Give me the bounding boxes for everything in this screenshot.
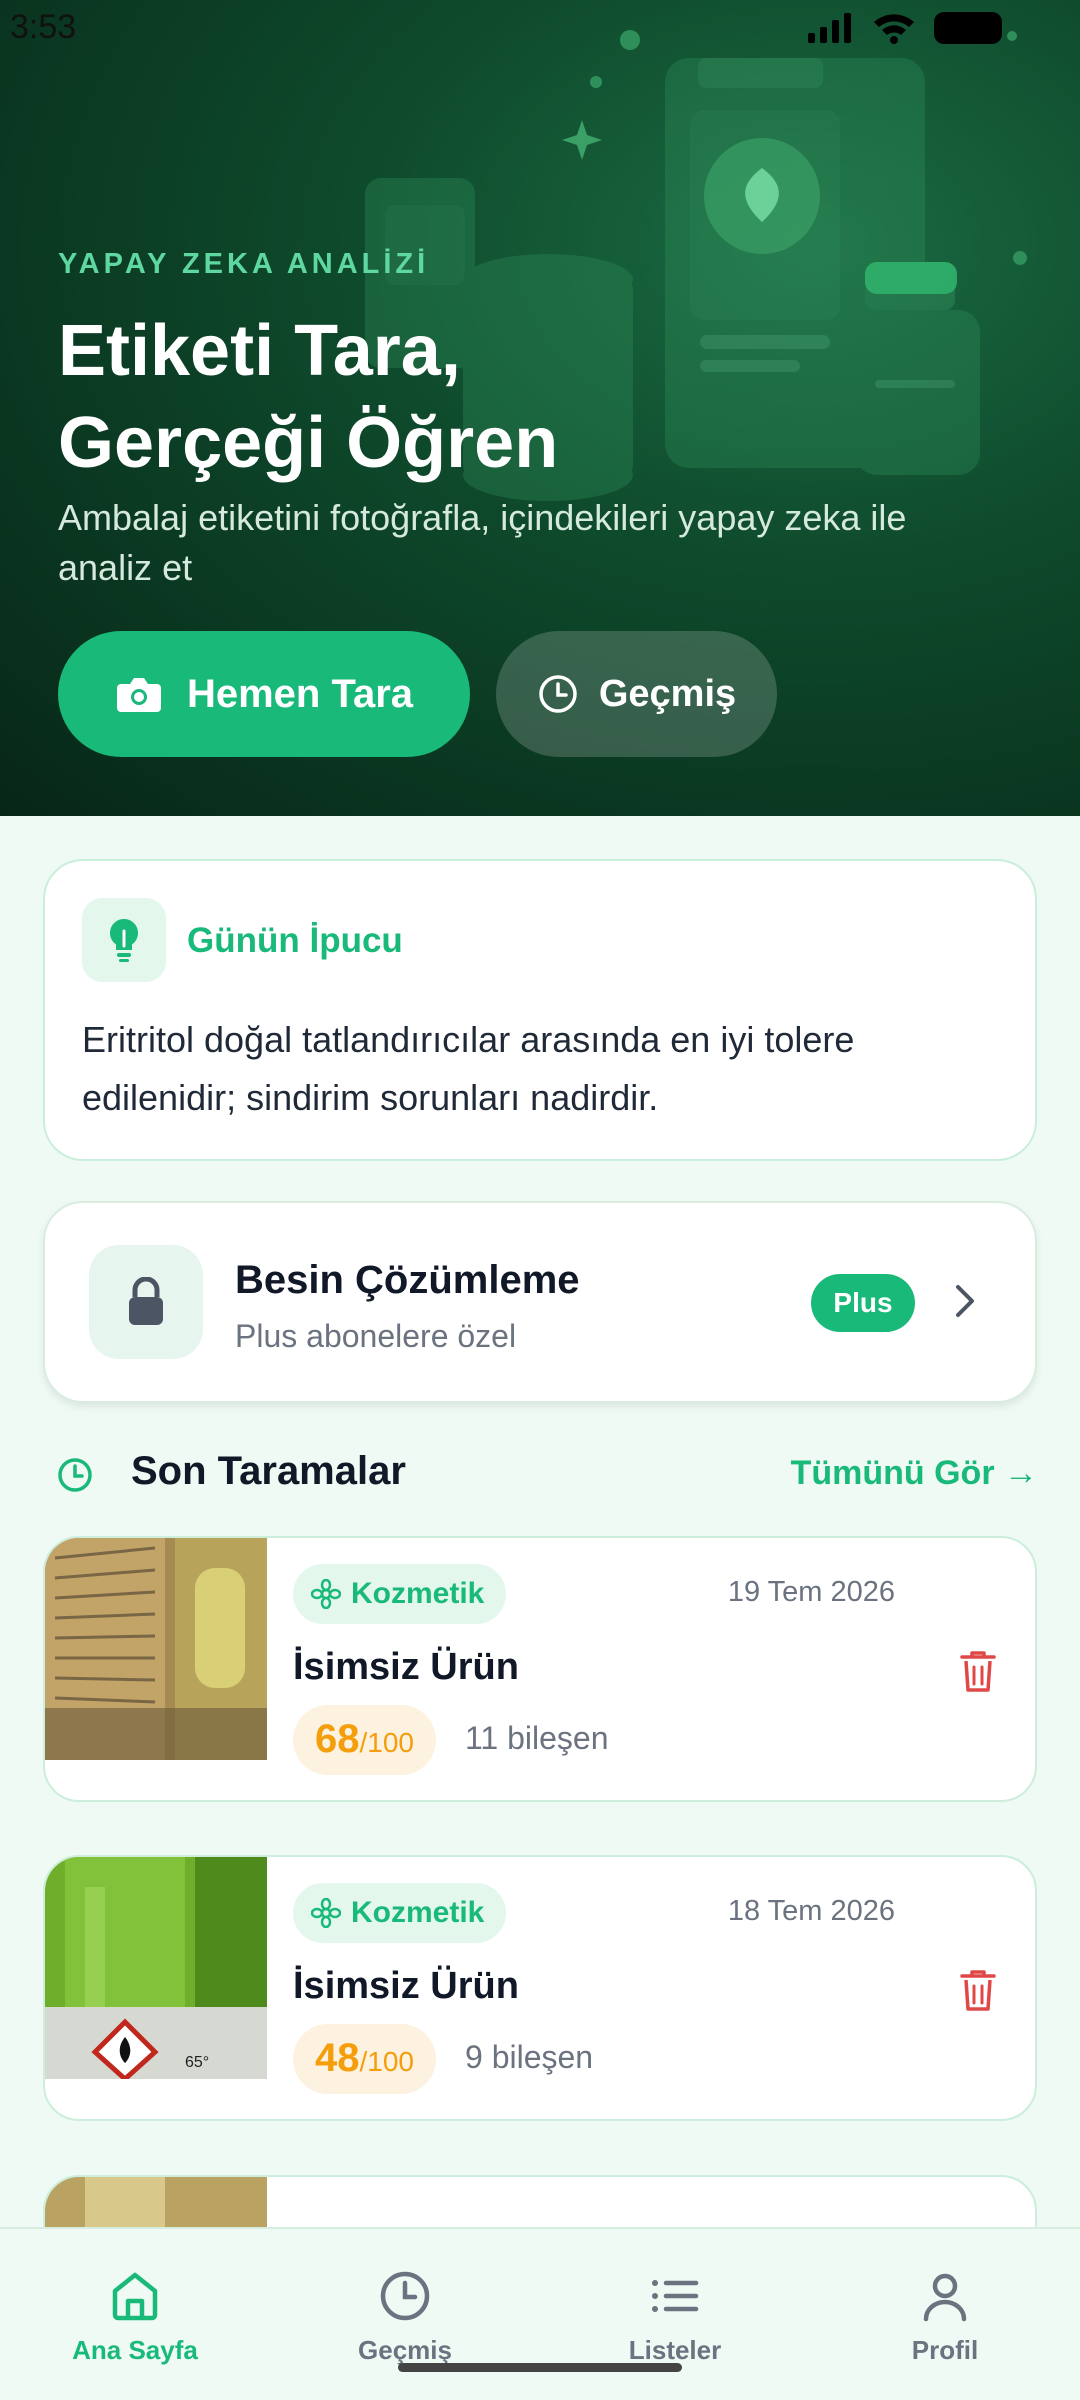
nav-profile-label: Profil (911, 2335, 979, 2365)
status-bar: 3:53 (0, 0, 1080, 60)
lock-icon-box (89, 1245, 203, 1359)
wifi-icon (874, 14, 914, 44)
score-value: 48 (315, 2036, 360, 2080)
ingredient-count: 11 bileşen (465, 1720, 609, 1756)
plus-badge: Plus (811, 1274, 915, 1332)
clock-icon (380, 2271, 430, 2321)
category-label: Kozmetik (351, 1577, 485, 1610)
home-indicator (398, 2363, 682, 2372)
category-label: Kozmetik (351, 1896, 485, 1929)
nav-home-label: Ana Sayfa (72, 2335, 198, 2365)
status-time: 3:53 (10, 8, 77, 46)
trash-icon[interactable] (959, 1967, 997, 2013)
score-value: 68 (315, 1717, 360, 1761)
chevron-right-icon (956, 1285, 974, 1317)
scan-now-label: Hemen Tara (186, 671, 413, 716)
nav-lists[interactable]: Listeler (540, 2229, 810, 2400)
nav-home[interactable]: Ana Sayfa (0, 2229, 270, 2400)
hero-title-line1: Etiketi Tara, (58, 311, 461, 391)
score-badge: 48 /100 (293, 2024, 436, 2094)
category-badge: Kozmetik (293, 1564, 507, 1624)
history-button[interactable]: Geçmiş (496, 631, 777, 757)
recent-scans-title: Son Taramalar (131, 1449, 406, 1493)
premium-title: Besin Çözümleme (235, 1258, 580, 1302)
status-icons (808, 12, 1002, 44)
see-all-link[interactable]: Tümünü Gör → (791, 1454, 1038, 1493)
history-label: Geçmiş (598, 672, 737, 715)
tip-icon-box (82, 898, 166, 982)
nav-lists-label: Listeler (628, 2335, 722, 2365)
bottom-navigation: Ana Sayfa Geçmiş Listeler Profil (0, 2227, 1080, 2400)
scan-now-button[interactable]: Hemen Tara (58, 631, 470, 757)
nav-profile[interactable]: Profil (810, 2229, 1080, 2400)
product-name: İsimsiz Ürün (293, 1646, 519, 1688)
tip-title: Günün İpucu (187, 921, 403, 960)
premium-feature-card[interactable]: Besin Çözümleme Plus abonelere özel Plus (43, 1201, 1037, 1403)
flower-icon (311, 1898, 341, 1928)
hero-title: Etiketi Tara, Gerçeği Öğren (58, 305, 858, 489)
battery-icon (934, 12, 1002, 44)
svg-text:65°: 65° (185, 2054, 209, 2071)
hero-banner: YAPAY ZEKA ANALİZİ Etiketi Tara, Gerçeği… (0, 0, 1080, 816)
flower-icon (311, 1579, 341, 1609)
product-thumbnail (45, 1538, 267, 1760)
person-icon (923, 2273, 967, 2322)
scan-date: 19 Tem 2026 (727, 1576, 895, 1608)
product-thumbnail: 65° (45, 1857, 267, 2079)
score-badge: 68 /100 (293, 1705, 436, 1775)
score-max: /100 (359, 1727, 415, 1758)
camera-icon (116, 678, 161, 712)
trash-icon[interactable] (959, 1648, 997, 1694)
signal-icon (808, 13, 851, 43)
scan-date: 18 Tem 2026 (727, 1895, 895, 1927)
hero-subtitle: Ambalaj etiketini fotoğrafla, içindekile… (58, 497, 907, 588)
category-badge: Kozmetik (293, 1883, 507, 1943)
hero-kicker: YAPAY ZEKA ANALİZİ (58, 248, 430, 280)
tip-text: Eritritol doğal tatlandırıcılar arasında… (82, 1019, 855, 1118)
lock-icon (129, 1277, 163, 1325)
home-icon (112, 2272, 158, 2321)
score-max: /100 (359, 2046, 415, 2077)
recent-clock-icon (58, 1458, 92, 1492)
scan-card[interactable]: Kozmetik 19 Tem 2026 İsimsiz Ürün 68 /10… (43, 1536, 1037, 1802)
premium-subtitle: Plus abonelere özel (235, 1318, 517, 1354)
tip-of-day-card: Günün İpucu Eritritol doğal tatlandırıcı… (43, 859, 1037, 1161)
nav-history[interactable]: Geçmiş (270, 2229, 540, 2400)
lightbulb-icon (109, 919, 139, 962)
scan-card[interactable]: 65° Kozmetik 18 Tem 2026 İsimsiz Ürün 48… (43, 1855, 1037, 2121)
product-name: İsimsiz Ürün (293, 1965, 519, 2007)
hero-title-line2: Gerçeği Öğren (58, 403, 559, 483)
nav-history-label: Geçmiş (358, 2335, 452, 2365)
ingredient-count: 9 bileşen (465, 2039, 594, 2075)
clock-icon (539, 675, 577, 713)
list-icon (652, 2280, 699, 2312)
